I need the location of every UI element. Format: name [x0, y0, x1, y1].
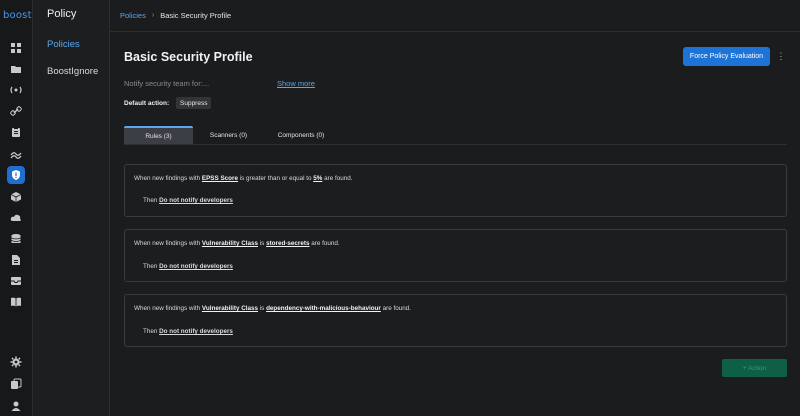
- page-title: Basic Security Profile: [124, 50, 253, 64]
- broadcast-icon[interactable]: [8, 82, 24, 98]
- breadcrumb-current: Basic Security Profile: [160, 11, 232, 20]
- icon-rail: boost: [0, 0, 33, 416]
- sidebar-item-boostignore[interactable]: BoostIgnore: [47, 66, 98, 77]
- rule-then-label: Then: [143, 263, 158, 270]
- tab-rules[interactable]: Rules (3): [124, 126, 193, 144]
- show-more-link[interactable]: Show more: [277, 79, 315, 88]
- rule-field[interactable]: EPSS Score: [202, 175, 238, 182]
- header-divider: [110, 31, 800, 32]
- rule-action-link[interactable]: Do not notify developers: [159, 328, 233, 335]
- rule-suffix: are found.: [324, 175, 353, 182]
- rule-value[interactable]: 5%: [313, 175, 322, 182]
- breadcrumb-policies-link[interactable]: Policies: [120, 11, 146, 20]
- rule-condition: When new findings with Vulnerability Cla…: [134, 240, 340, 247]
- rule-operator: is: [259, 240, 265, 247]
- shield-icon[interactable]: [7, 166, 25, 184]
- rule-field[interactable]: Vulnerability Class: [202, 305, 258, 312]
- link-icon[interactable]: [8, 103, 24, 119]
- rule-prefix: When new findings with: [134, 305, 201, 312]
- rule-then-label: Then: [143, 328, 158, 335]
- rule-then-label: Then: [143, 197, 158, 204]
- folder-icon[interactable]: [8, 61, 24, 77]
- cloud-icon[interactable]: [8, 210, 24, 226]
- add-action-button[interactable]: + Action: [722, 359, 787, 377]
- tab-scanners[interactable]: Scanners (0): [196, 126, 261, 144]
- policy-description: Notify security team for:...: [124, 79, 210, 88]
- rule-then: Then Do not notify developers: [143, 328, 233, 335]
- rule-prefix: When new findings with: [134, 175, 201, 182]
- sidebar-item-policies[interactable]: Policies: [47, 39, 80, 50]
- trend-icon[interactable]: [8, 146, 24, 162]
- clipboard-icon[interactable]: [8, 124, 24, 140]
- rule-operator: is greater than or equal to: [239, 175, 312, 182]
- rule-suffix: are found.: [311, 240, 340, 247]
- rule-action-link[interactable]: Do not notify developers: [159, 197, 233, 204]
- force-policy-evaluation-button[interactable]: Force Policy Evaluation: [683, 47, 770, 66]
- inbox-icon[interactable]: [8, 273, 24, 289]
- rule-operator: is: [259, 305, 265, 312]
- main-content: Policies › Basic Security Profile Basic …: [110, 0, 800, 416]
- cube-icon[interactable]: [8, 189, 24, 205]
- rule-value[interactable]: dependency-with-malicious-behaviour: [266, 305, 381, 312]
- rule-then: Then Do not notify developers: [143, 263, 233, 270]
- rule-condition: When new findings with Vulnerability Cla…: [134, 305, 411, 312]
- rule-condition: When new findings with EPSS Score is gre…: [134, 175, 352, 182]
- sidebar-title: Policy: [47, 8, 77, 20]
- rule-prefix: When new findings with: [134, 240, 201, 247]
- rule-value[interactable]: stored-secrets: [266, 240, 309, 247]
- copy-icon[interactable]: [8, 376, 24, 392]
- database-icon[interactable]: [8, 231, 24, 247]
- rule-field[interactable]: Vulnerability Class: [202, 240, 258, 247]
- tabs-divider: [124, 144, 787, 145]
- brand-logo[interactable]: boost: [3, 10, 32, 21]
- rule-suffix: are found.: [382, 305, 411, 312]
- rule-card: When new findings with EPSS Score is gre…: [124, 164, 787, 217]
- chevron-right-icon: ›: [151, 12, 155, 19]
- default-action-badge: Suppress: [176, 97, 212, 109]
- breadcrumb: Policies › Basic Security Profile: [120, 11, 231, 20]
- book-icon[interactable]: [8, 294, 24, 310]
- default-action-label: Default action:: [124, 100, 170, 107]
- rule-action-link[interactable]: Do not notify developers: [159, 263, 233, 270]
- rule-card: When new findings with Vulnerability Cla…: [124, 294, 787, 347]
- dashboard-icon[interactable]: [8, 40, 24, 56]
- tab-components[interactable]: Components (0): [268, 126, 334, 144]
- policy-sidebar: Policy Policies BoostIgnore: [33, 0, 110, 416]
- settings-icon[interactable]: [8, 354, 24, 370]
- rule-card: When new findings with Vulnerability Cla…: [124, 229, 787, 282]
- rule-then: Then Do not notify developers: [143, 197, 233, 204]
- user-icon[interactable]: [8, 398, 24, 414]
- document-icon[interactable]: [8, 252, 24, 268]
- more-options-icon[interactable]: ⋮: [776, 50, 786, 62]
